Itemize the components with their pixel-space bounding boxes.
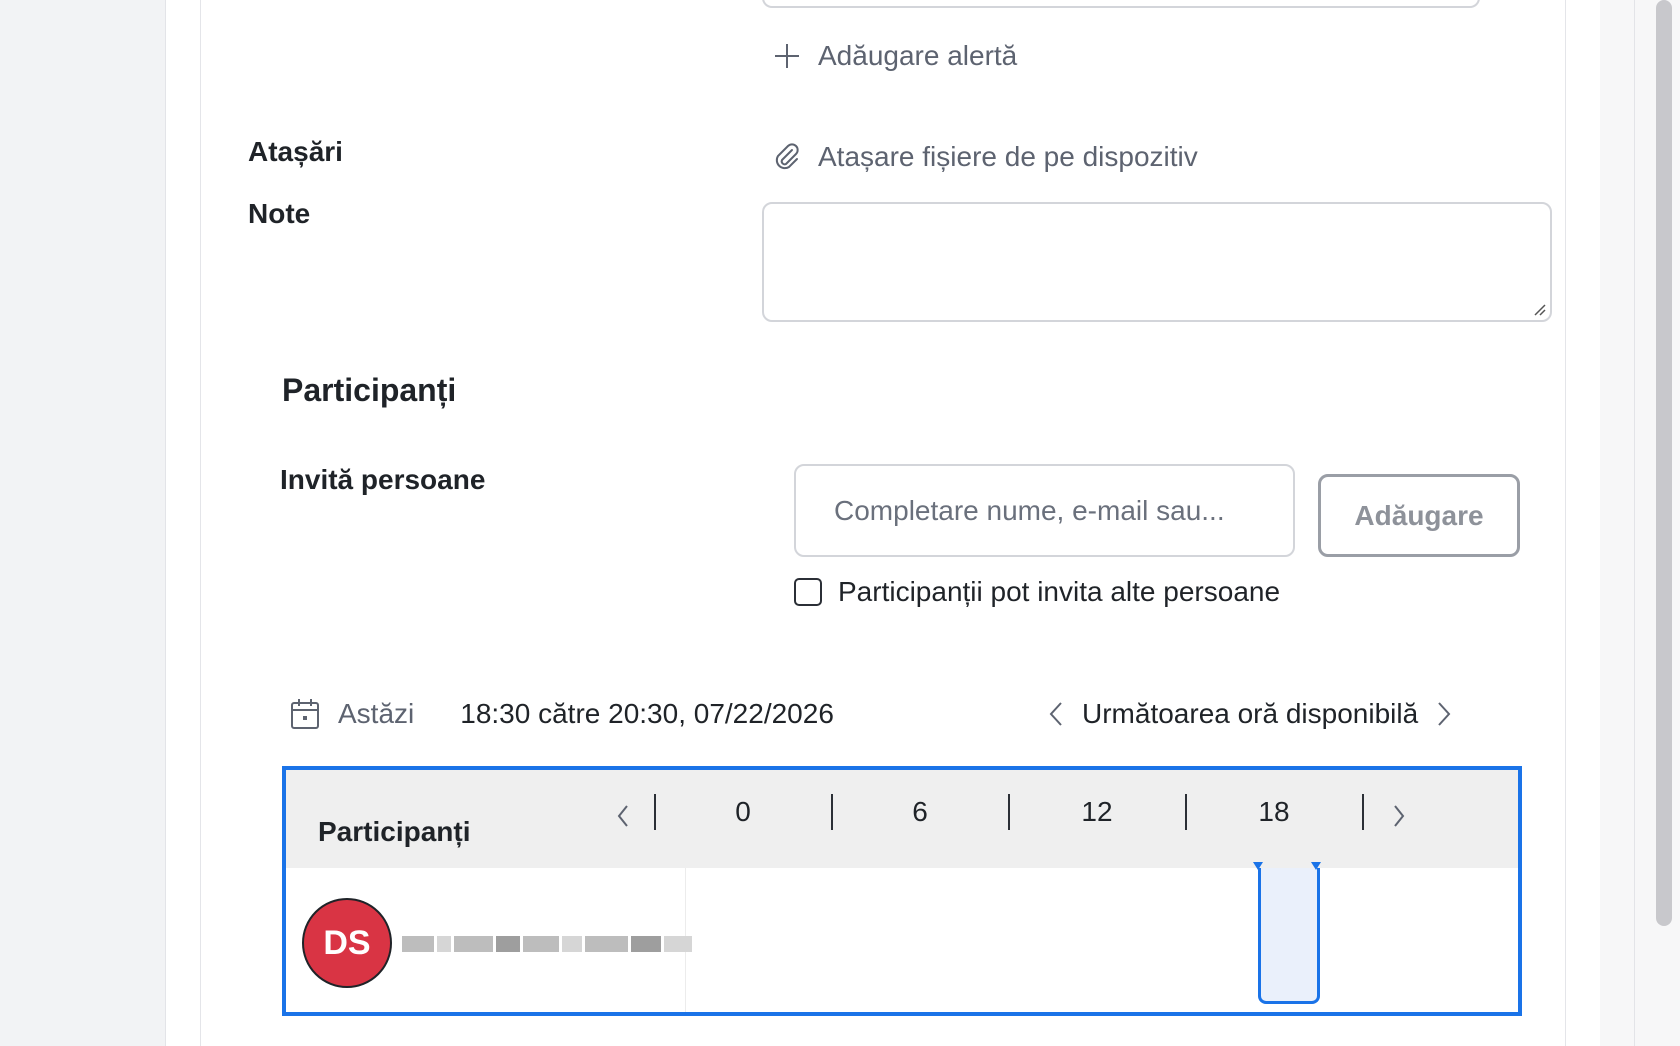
timeline-tick [1008, 794, 1010, 830]
left-nav-strip [0, 0, 166, 1046]
invite-input-placeholder: Completare nume, e-mail sau... [834, 494, 1225, 526]
today-button[interactable]: Astăzi [338, 698, 414, 730]
add-participant-button[interactable]: Adăugare [1318, 474, 1520, 557]
scheduling-timeline[interactable]: Participanți 0 6 12 18 DS [282, 766, 1522, 1016]
invite-people-label: Invită persoane [280, 464, 486, 495]
timeline-hour-label: 0 [735, 796, 751, 827]
add-alert-label: Adăugare alertă [818, 40, 1018, 71]
notes-label: Note [248, 198, 311, 229]
notes-textarea[interactable] [762, 202, 1552, 322]
timeline-tick [831, 794, 833, 830]
chevron-right-icon[interactable] [1436, 700, 1452, 728]
attach-files-label: Atașare fișiere de pe dispozitiv [818, 141, 1198, 172]
add-alert-link[interactable]: Adăugare alertă [772, 40, 1017, 72]
event-time-range: 18:30 către 20:30, 07/22/2026 [460, 698, 834, 729]
next-available-nav: Următoarea oră disponibilă [1048, 698, 1452, 730]
scrollbar-thumb[interactable] [1656, 0, 1672, 926]
calendar-icon[interactable] [290, 698, 320, 730]
attach-files-link[interactable]: Atașare fișiere de pe dispozitiv [772, 141, 1198, 173]
selected-time-slot[interactable] [1258, 868, 1320, 1004]
plus-icon [775, 44, 799, 68]
timeline-prev-icon[interactable] [616, 804, 630, 828]
alert-select-field[interactable] [762, 0, 1480, 8]
timeline-tick [1185, 794, 1187, 830]
timeline-participants-header: Participanți [318, 816, 471, 847]
timeline-tick [654, 794, 656, 830]
can-invite-checkbox[interactable] [794, 578, 822, 606]
avatar: DS [302, 898, 392, 988]
invite-input[interactable]: Completare nume, e-mail sau... [794, 464, 1295, 557]
chevron-left-icon[interactable] [1048, 700, 1064, 728]
schedule-row: Astăzi 18:30 către 20:30, 07/22/2026 [290, 698, 834, 730]
timeline-hour-label: 12 [1081, 796, 1113, 827]
timeline-hour-label: 6 [912, 796, 928, 827]
attachments-label: Atașări [248, 136, 343, 167]
timeline-next-icon[interactable] [1392, 804, 1406, 828]
timeline-tick [1362, 794, 1364, 830]
next-available-label: Următoarea oră disponibilă [1082, 698, 1419, 729]
slot-handle-icon[interactable] [1253, 862, 1263, 870]
attendee-name-redacted [402, 930, 693, 958]
timeline-hour-label: 18 [1258, 796, 1290, 827]
can-invite-label: Participanții pot invita alte persoane [838, 576, 1281, 607]
participants-section-title: Participanți [282, 372, 457, 408]
paperclip-icon [775, 143, 799, 170]
can-invite-option[interactable]: Participanții pot invita alte persoane [794, 576, 1280, 608]
slot-handle-icon[interactable] [1311, 862, 1321, 870]
resize-grip-icon[interactable] [1532, 302, 1546, 316]
scrollbar-divider [1634, 0, 1635, 1046]
